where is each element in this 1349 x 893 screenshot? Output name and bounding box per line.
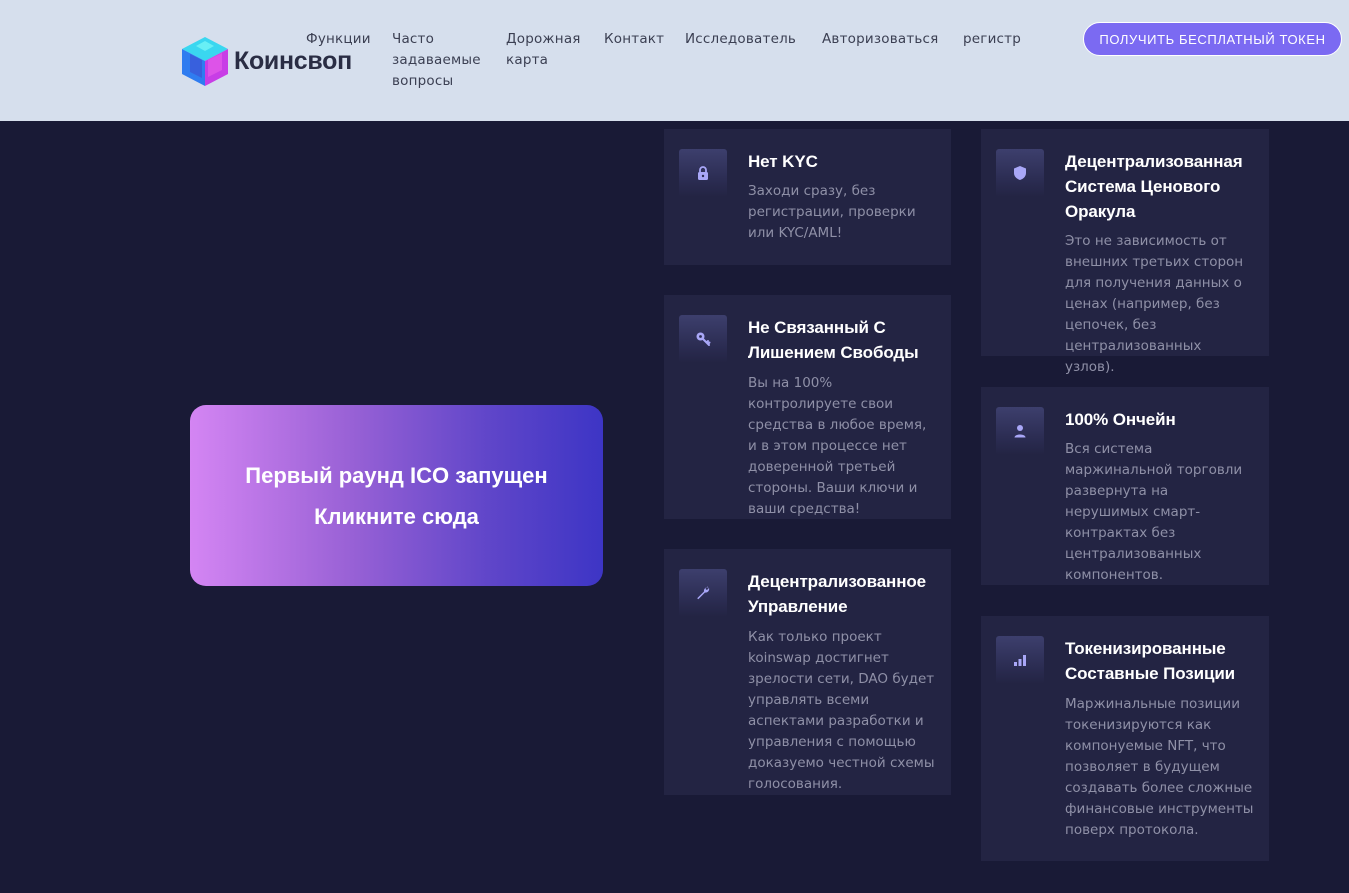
feature-title: Децентрализованное Управление [748,572,927,616]
nav-link-contact[interactable]: Контакт [604,29,664,50]
feature-card-tokenized-positions: Токенизированные Составные Позиции Маржи… [981,616,1269,861]
wrench-icon [679,569,727,617]
cube-logo-icon [182,37,228,86]
feature-description: Маржинальные позиции токенизируются как … [1065,696,1254,838]
lock-icon [679,149,727,197]
key-icon [679,315,727,363]
ico-banner-title: Первый раунд ICO запущен [245,462,548,488]
feature-title: Токенизированные Составные Позиции [1065,639,1236,683]
nav-link-explorer[interactable]: Исследователь [685,29,796,50]
bar-chart-icon [996,636,1044,684]
feature-card-price-oracle: Децентрализованная Система Ценового Орак… [981,129,1269,375]
feature-card-no-kyc: Нет KYC Заходи сразу, без регистрации, п… [664,129,951,265]
feature-card-non-custodial: Не Связанный С Лишением Свободы Вы на 10… [664,295,951,519]
nav-link-register[interactable]: регистр [963,29,1021,50]
shield-icon [996,149,1044,197]
ico-banner-link[interactable]: Кликните сюда [314,496,479,537]
feature-description: Вся система маржинальной торговли развер… [1065,441,1243,583]
feature-card-onchain: 100% Ончейн Вся система маржинальной тор… [981,387,1269,585]
site-header: Коинсвоп Функции Часто задаваемые вопрос… [0,0,1349,121]
logo-text: Коинсвоп [234,46,352,75]
feature-title: 100% Ончейн [1065,410,1176,429]
get-free-token-button[interactable]: ПОЛУЧИТЬ БЕСПЛАТНЫЙ ТОКЕН [1083,22,1342,56]
nav-link-faq[interactable]: Часто задаваемые вопросы [392,29,488,92]
nav-link-features[interactable]: Функции [306,29,372,50]
feature-title: Не Связанный С Лишением Свободы [748,318,919,362]
ico-launch-banner[interactable]: Первый раунд ICO запущен Кликните сюда [190,405,603,586]
nav-link-login[interactable]: Авторизоваться [822,29,939,50]
nav-link-roadmap[interactable]: Дорожная карта [506,29,586,71]
feature-title: Нет KYC [748,152,818,171]
feature-description: Как только проект koinswap достигнет зре… [748,629,935,792]
feature-description: Вы на 100% контролируете свои средства в… [748,375,927,517]
feature-description: Это не зависимость от внешних третьих ст… [1065,233,1244,375]
feature-description: Заходи сразу, без регистрации, проверки … [748,183,916,241]
feature-card-governance: Децентрализованное Управление Как только… [664,549,951,795]
user-icon [996,407,1044,455]
feature-title: Децентрализованная Система Ценового Орак… [1065,152,1243,221]
